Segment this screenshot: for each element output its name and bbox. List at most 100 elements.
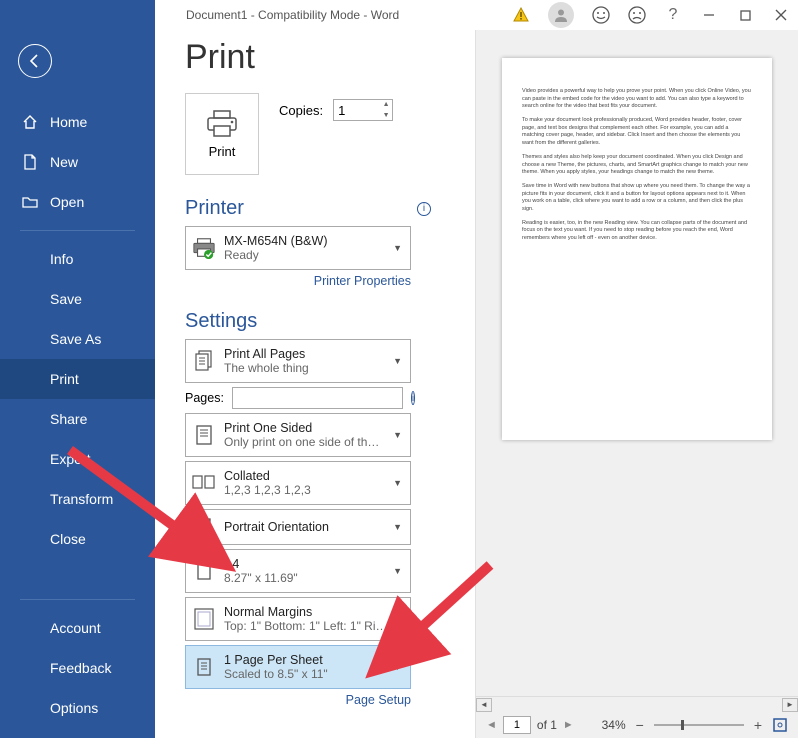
- copies-control: Copies: ▲▼: [279, 99, 393, 121]
- orientation-title: Portrait Orientation: [224, 520, 404, 534]
- horizontal-scrollbar[interactable]: ◄ ►: [476, 696, 798, 712]
- sides-select[interactable]: Print One Sided Only print on one side o…: [185, 413, 411, 457]
- open-icon: [22, 194, 38, 210]
- scroll-right-icon[interactable]: ►: [782, 698, 798, 712]
- orientation-select[interactable]: Portrait Orientation ▼: [185, 509, 411, 545]
- nav-share-label: Share: [50, 411, 87, 427]
- nav-info[interactable]: Info: [0, 239, 155, 279]
- nav-transform[interactable]: Transform: [0, 479, 155, 519]
- spinner-down-icon[interactable]: ▼: [379, 110, 393, 121]
- page-number-input[interactable]: [503, 716, 531, 734]
- page-setup-link[interactable]: Page Setup: [185, 693, 411, 707]
- nav-saveas[interactable]: Save As: [0, 319, 155, 359]
- printer-name: MX-M654N (B&W): [224, 234, 404, 248]
- previous-page-button[interactable]: ◄: [486, 719, 497, 731]
- chevron-down-icon: ▼: [393, 356, 402, 366]
- help-icon[interactable]: ?: [664, 6, 682, 24]
- chevron-down-icon: ▼: [393, 662, 402, 672]
- nav-feedback[interactable]: Feedback: [0, 648, 155, 688]
- copies-spinner[interactable]: ▲▼: [379, 99, 393, 121]
- sides-title: Print One Sided: [224, 421, 404, 435]
- one-sided-icon: [192, 423, 216, 447]
- nav-options-label: Options: [50, 700, 98, 716]
- preview-paragraph: Video provides a powerful way to help yo…: [522, 88, 752, 111]
- zoom-level: 34%: [602, 718, 626, 732]
- pages-label: Pages:: [185, 391, 224, 405]
- per-sheet-title: 1 Page Per Sheet: [224, 653, 404, 667]
- nav-feedback-label: Feedback: [50, 660, 111, 676]
- scroll-left-icon[interactable]: ◄: [476, 698, 492, 712]
- copies-label: Copies:: [279, 103, 323, 118]
- print-range-select[interactable]: Print All Pages The whole thing ▼: [185, 339, 411, 383]
- titlebar-controls: ?: [512, 2, 790, 28]
- nav-print[interactable]: Print: [0, 359, 155, 399]
- next-page-button[interactable]: ►: [563, 719, 574, 731]
- chevron-down-icon: ▼: [393, 566, 402, 576]
- nav-saveas-label: Save As: [50, 331, 101, 347]
- chevron-down-icon: ▼: [393, 478, 402, 488]
- nav-transform-label: Transform: [50, 491, 113, 507]
- nav-open[interactable]: Open: [0, 182, 155, 222]
- margins-select[interactable]: Normal Margins Top: 1" Bottom: 1" Left: …: [185, 597, 411, 641]
- chevron-down-icon: ▼: [393, 430, 402, 440]
- nav-share[interactable]: Share: [0, 399, 155, 439]
- per-sheet-icon: [192, 655, 216, 679]
- frown-icon[interactable]: [628, 6, 646, 24]
- pages-icon: [192, 349, 216, 373]
- warning-icon[interactable]: [512, 6, 530, 24]
- print-button[interactable]: Print: [185, 93, 259, 175]
- nav-info-label: Info: [50, 251, 73, 267]
- document-preview: Video provides a powerful way to help yo…: [502, 58, 772, 440]
- printer-status-icon: [192, 236, 216, 260]
- paper-icon: [192, 559, 216, 583]
- nav-new[interactable]: New: [0, 142, 155, 182]
- print-range-title: Print All Pages: [224, 347, 404, 361]
- nav-export-label: Export: [50, 451, 90, 467]
- fit-to-page-icon[interactable]: [772, 717, 788, 733]
- maximize-button[interactable]: [736, 6, 754, 24]
- margins-icon: [192, 607, 216, 631]
- nav-export[interactable]: Export: [0, 439, 155, 479]
- zoom-slider[interactable]: [654, 724, 744, 726]
- nav-close[interactable]: Close: [0, 519, 155, 559]
- page-title: Print: [185, 38, 475, 77]
- paper-sub: 8.27" x 11.69": [224, 571, 404, 585]
- account-icon[interactable]: [548, 2, 574, 28]
- printer-properties-link[interactable]: Printer Properties: [185, 274, 411, 288]
- chevron-down-icon: ▼: [393, 522, 402, 532]
- nav-account[interactable]: Account: [0, 608, 155, 648]
- portrait-icon: [192, 515, 216, 539]
- pages-per-sheet-select[interactable]: 1 Page Per Sheet Scaled to 8.5" x 11" ▼: [185, 645, 411, 689]
- pages-input[interactable]: [232, 387, 403, 409]
- back-button[interactable]: [18, 44, 52, 78]
- info-icon[interactable]: i: [417, 202, 431, 216]
- collated-icon: [192, 471, 216, 495]
- backstage-sidebar: Home New Open Info Save Save As Print Sh…: [0, 0, 155, 738]
- nav-home-label: Home: [50, 114, 87, 130]
- print-range-sub: The whole thing: [224, 361, 404, 375]
- paper-size-select[interactable]: A4 8.27" x 11.69" ▼: [185, 549, 411, 593]
- print-button-label: Print: [209, 144, 236, 159]
- spinner-up-icon[interactable]: ▲: [379, 99, 393, 110]
- chevron-down-icon: ▼: [393, 614, 402, 624]
- collation-sub: 1,2,3 1,2,3 1,2,3: [224, 483, 404, 497]
- preview-area: Video provides a powerful way to help yo…: [476, 30, 798, 696]
- margins-title: Normal Margins: [224, 605, 404, 619]
- smile-icon[interactable]: [592, 6, 610, 24]
- info-icon[interactable]: i: [411, 391, 415, 405]
- nav-open-label: Open: [50, 194, 84, 210]
- zoom-out-button[interactable]: −: [632, 717, 648, 733]
- minimize-button[interactable]: [700, 6, 718, 24]
- nav-close-label: Close: [50, 531, 86, 547]
- nav-options[interactable]: Options: [0, 688, 155, 728]
- printer-section-heading: Printer i: [185, 197, 475, 220]
- print-preview-panel: Video provides a powerful way to help yo…: [475, 30, 798, 738]
- nav-save[interactable]: Save: [0, 279, 155, 319]
- zoom-in-button[interactable]: +: [750, 717, 766, 733]
- nav-home[interactable]: Home: [0, 102, 155, 142]
- preview-paragraph: Save time in Word with new buttons that …: [522, 183, 752, 214]
- paper-title: A4: [224, 557, 404, 571]
- close-button[interactable]: [772, 6, 790, 24]
- printer-select[interactable]: MX-M654N (B&W) Ready ▼: [185, 226, 411, 270]
- collation-select[interactable]: Collated 1,2,3 1,2,3 1,2,3 ▼: [185, 461, 411, 505]
